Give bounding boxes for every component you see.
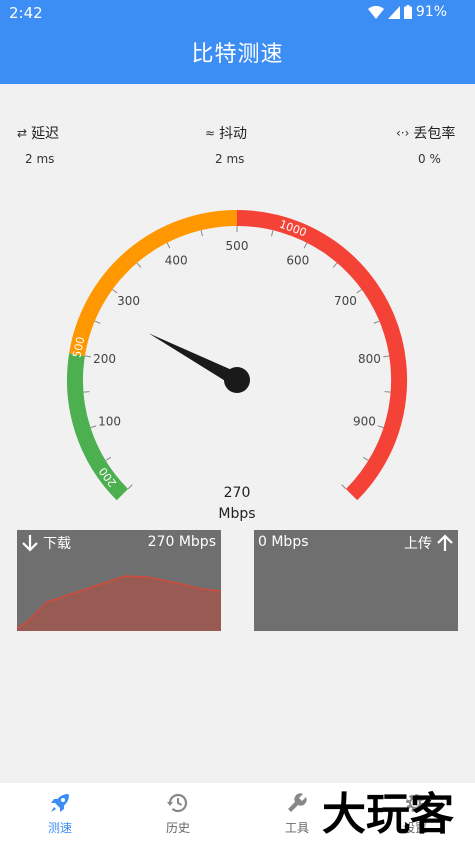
arrow-up-icon <box>437 534 453 551</box>
gauge-tick-mark <box>303 242 308 249</box>
gauge-tick-mark <box>105 456 112 461</box>
rocket-icon <box>51 794 69 812</box>
gauge-tick-mark <box>94 320 101 324</box>
gauge-tick-mark <box>332 262 338 268</box>
gauge-tick-mark <box>362 456 369 461</box>
upload-panel: 0 Mbps 上传 <box>254 530 458 631</box>
wrench-icon <box>288 793 307 812</box>
latency-value: 2 ms <box>25 152 55 166</box>
speed-unit: Mbps <box>218 506 256 522</box>
gauge-tick-label: 800 <box>358 352 381 366</box>
page-title: 比特测速 <box>191 42 284 67</box>
status-time: 2:42 <box>9 4 43 22</box>
battery-icon <box>403 5 412 19</box>
packet-loss-metric: ‹·› 丢包率 0 % <box>396 123 466 166</box>
battery-percent: 91% <box>415 4 447 20</box>
gauge-tick-mark <box>127 484 133 490</box>
latency-metric: ⇄ 延迟 2 ms <box>17 123 127 166</box>
nav-history[interactable]: 历史 <box>138 791 218 836</box>
wifi-icon <box>367 5 384 19</box>
packet-loss-value: 0 % <box>418 152 441 166</box>
nav-speedtest-label: 测速 <box>47 821 72 835</box>
jitter-icon: ≈ <box>205 126 216 140</box>
gauge-tick-mark <box>136 262 142 268</box>
gauge-tick-mark <box>200 230 203 237</box>
download-panel: 下载 270 Mbps <box>17 530 221 631</box>
gauge-tick-mark <box>373 320 380 324</box>
jitter-label: 抖动 <box>219 126 248 142</box>
gauge-needle-hub <box>224 367 250 393</box>
nav-speedtest[interactable]: 测速 <box>20 791 100 836</box>
gauge-tick-mark <box>341 484 347 490</box>
gauge-tick-mark <box>90 425 97 429</box>
gauge-tick-label: 600 <box>286 254 309 268</box>
watermark-logo: 大玩客 <box>322 789 454 840</box>
gauge-tick-label: 900 <box>353 414 376 428</box>
swap-arrows-icon: ⇄ <box>17 126 28 140</box>
gauge-tick-mark <box>271 230 274 237</box>
speed-readout: 270 Mbps <box>187 483 287 525</box>
packet-loss-label: 丢包率 <box>413 126 456 142</box>
gauge-tick-label: 100 <box>98 414 121 428</box>
nav-history-label: 历史 <box>165 821 190 835</box>
gauge-tick-label: 400 <box>165 254 188 268</box>
status-indicators: 91% <box>367 4 447 20</box>
upload-value: 0 Mbps <box>258 534 309 550</box>
gauge-tick-mark <box>166 242 171 249</box>
history-icon <box>167 793 188 813</box>
upload-label: 上传 <box>404 536 432 552</box>
gauge-tick-mark <box>84 355 91 358</box>
gauge-tick-label: 500 <box>226 239 249 253</box>
jitter-metric: ≈ 抖动 2 ms <box>205 123 315 166</box>
download-value: 270 Mbps <box>147 534 216 550</box>
gauge-tick-label: 200 <box>93 352 116 366</box>
gauge-arc-orange <box>69 210 238 356</box>
gauge-tick-label: 300 <box>117 294 140 308</box>
download-label: 下载 <box>43 536 71 552</box>
jitter-value: 2 ms <box>215 152 245 166</box>
gauge-tick-mark <box>383 355 390 358</box>
speed-gauge: 1002003004005006007008009002005001000 <box>67 210 408 501</box>
arrow-down-icon <box>22 535 38 552</box>
signal-icon <box>387 5 400 19</box>
gauge-tick-mark <box>356 289 362 294</box>
status-bar: 2:42 91% <box>0 0 475 26</box>
gauge-tick-label: 700 <box>334 294 357 308</box>
app-bar: 比特测速 <box>0 26 475 84</box>
latency-label: 延迟 <box>31 126 60 142</box>
svg-text:大玩客: 大玩客 <box>322 789 454 840</box>
gauge-tick-mark <box>112 289 118 294</box>
speed-value: 270 <box>223 485 251 501</box>
code-arrows-icon: ‹·› <box>396 126 410 140</box>
gauge-tick-mark <box>377 425 384 429</box>
